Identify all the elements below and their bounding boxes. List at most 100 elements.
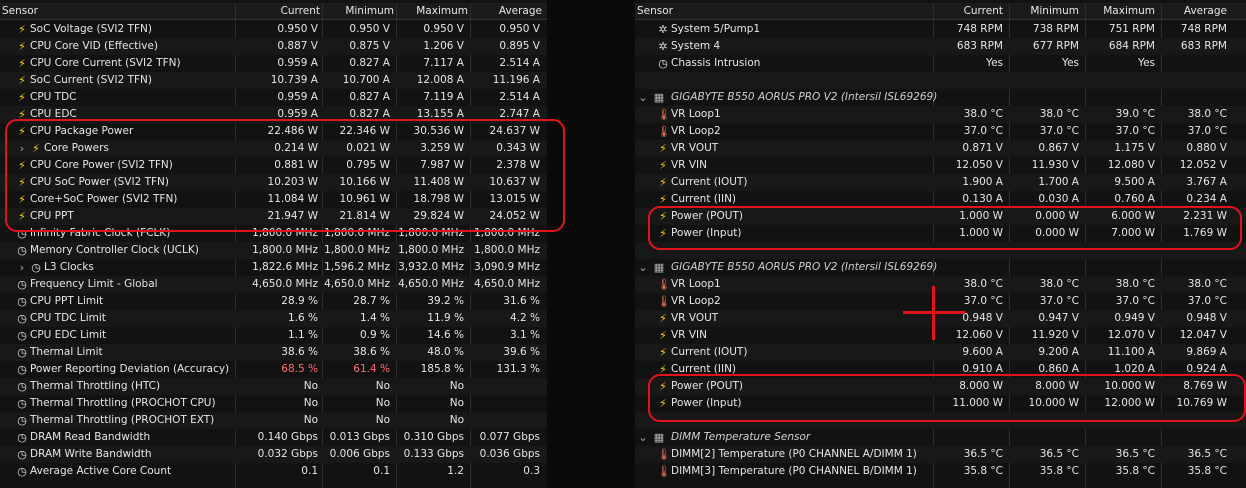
spacer-row [635, 412, 1246, 429]
sensor-row[interactable]: ⚡ Power (Input) 11.000 W 10.000 W 12.000 W 10… [635, 395, 1246, 412]
value-current: No [303, 380, 318, 392]
sensor-row[interactable]: ◷ CPU TDC Limit 1.6 % 1.4 % 11.9 % 4.2 % [0, 310, 547, 327]
value-maximum: 185.8 % [420, 363, 464, 375]
sensor-label: Thermal Throttling (HTC) [30, 380, 161, 392]
header-average[interactable]: Average [1159, 3, 1227, 19]
collapse-icon[interactable]: ⌄ [637, 261, 649, 274]
header-sensor[interactable]: Sensor [637, 3, 673, 19]
sensor-row[interactable]: ✲ System 5/Pump1 748 RPM 738 RPM 751 RPM 748 … [635, 21, 1246, 38]
sensor-row[interactable]: ◷ CPU PPT Limit 28.9 % 28.7 % 39.2 % 31.6 % [0, 293, 547, 310]
value-maximum: 1.2 [447, 465, 464, 477]
value-average: 683 RPM [1180, 40, 1227, 52]
value-average: 37.0 °C [1187, 295, 1227, 307]
sensor-row[interactable]: ⚡ CPU TDC 0.959 A 0.827 A 7.119 A 2.514 A [0, 89, 547, 106]
header-minimum[interactable]: Minimum [1007, 3, 1079, 19]
sensor-row[interactable]: ◷ DRAM Write Bandwidth 0.032 Gbps 0.006 Gbp… [0, 446, 547, 463]
sensor-row[interactable]: ⚡ SoC Current (SVI2 TFN) 10.739 A 10.700 A 1… [0, 72, 547, 89]
sensor-row[interactable]: ⚡ Core+SoC Power (SVI2 TFN) 11.084 W 10.961… [0, 191, 547, 208]
sensor-label: Current (IOUT) [671, 346, 748, 358]
value-minimum: 0.9 % [359, 329, 390, 341]
sensor-row[interactable]: ⚡ SoC Voltage (SVI2 TFN) 0.950 V 0.950 V 0.9… [0, 21, 547, 38]
value-average: 1,800.0 MHz [474, 227, 540, 239]
sensor-row[interactable]: ◷ Thermal Throttling (PROCHOT CPU) No No No [0, 395, 547, 412]
value-current: 1,800.0 MHz [252, 244, 318, 256]
sensor-group-header[interactable]: ⌄ ▦ DIMM Temperature Sensor [635, 429, 1246, 446]
sensor-row[interactable]: ⚡ VR VOUT 0.871 V 0.867 V 1.175 V 0.880 V [635, 140, 1246, 157]
sensor-row[interactable]: ⚡ Current (IOUT) 9.600 A 9.200 A 11.100 A 9.8… [635, 344, 1246, 361]
sensor-row[interactable]: ⚡ Power (POUT) 1.000 W 0.000 W 6.000 W 2.231 … [635, 208, 1246, 225]
sensor-row[interactable]: 🌡 DIMM[3] Temperature (P0 CHANNEL B/DIMM … [635, 463, 1246, 480]
value-maximum: 38.0 °C [1115, 278, 1155, 290]
sensor-row[interactable]: ⚡ CPU Core Current (SVI2 TFN) 0.959 A 0.827… [0, 55, 547, 72]
value-current: 683 RPM [956, 40, 1003, 52]
sensor-panel-left[interactable]: Sensor Current Minimum Maximum Average ⚡… [0, 0, 547, 488]
sensor-row[interactable]: ◷ Memory Controller Clock (UCLK) 1,800.0 M… [0, 242, 547, 259]
collapse-icon[interactable]: ⌄ [637, 431, 649, 444]
sensor-row[interactable]: › ⚡ Core Powers 0.214 W 0.021 W 3.259 W 0.343 … [0, 140, 547, 157]
sensor-row[interactable]: ⚡ Power (Input) 1.000 W 0.000 W 7.000 W 1.769… [635, 225, 1246, 242]
header-maximum[interactable]: Maximum [396, 3, 468, 19]
header-sensor[interactable]: Sensor [2, 3, 38, 19]
sensor-row[interactable]: ◷ CPU EDC Limit 1.1 % 0.9 % 14.6 % 3.1 % [0, 327, 547, 344]
sensor-row[interactable]: ◷ Chassis Intrusion Yes Yes Yes [635, 55, 1246, 72]
header-minimum[interactable]: Minimum [322, 3, 394, 19]
value-average: 0.077 Gbps [479, 431, 540, 443]
header-current[interactable]: Current [925, 3, 1003, 19]
sensor-row[interactable]: 🌡 DIMM[2] Temperature (P0 CHANNEL A/DIMM … [635, 446, 1246, 463]
sensor-row[interactable]: ◷ Thermal Throttling (PROCHOT EXT) No No No [0, 412, 547, 429]
sensor-row[interactable]: ⚡ Current (IIN) 0.910 A 0.860 A 1.020 A 0.924… [635, 361, 1246, 378]
value-average: 2.514 A [499, 91, 540, 103]
sensor-row[interactable]: 🌡 VR Loop1 38.0 °C 38.0 °C 38.0 °C 38.0 °C [635, 276, 1246, 293]
value-maximum: 10.000 W [1104, 380, 1155, 392]
bolt-icon: ⚡ [659, 363, 667, 376]
value-current: Yes [986, 57, 1003, 69]
sensor-row[interactable]: ⚡ CPU EDC 0.959 A 0.827 A 13.155 A 2.747 A [0, 106, 547, 123]
sensor-row[interactable]: ⚡ Power (POUT) 8.000 W 8.000 W 10.000 W 8.769… [635, 378, 1246, 395]
sensor-row[interactable]: ⚡ Current (IIN) 0.130 A 0.030 A 0.760 A 0.234… [635, 191, 1246, 208]
value-maximum: 1,800.0 MHz [398, 244, 464, 256]
expand-icon[interactable]: › [16, 142, 28, 155]
sensor-row[interactable]: ⚡ Current (IOUT) 1.900 A 1.700 A 9.500 A 3.76… [635, 174, 1246, 191]
header-current[interactable]: Current [240, 3, 320, 19]
sensor-row[interactable]: ⚡ VR VIN 12.050 V 11.930 V 12.080 V 12.052 V [635, 157, 1246, 174]
sensor-panel-right[interactable]: Sensor Current Minimum Maximum Average ✲… [635, 0, 1246, 488]
sensor-row[interactable]: ✲ System 4 683 RPM 677 RPM 684 RPM 683 RPM [635, 38, 1246, 55]
value-average: 24.052 W [489, 210, 540, 222]
value-current: 1.900 A [962, 176, 1003, 188]
sensor-row[interactable]: 🌡 VR Loop2 37.0 °C 37.0 °C 37.0 °C 37.0 °C [635, 123, 1246, 140]
column-header[interactable]: Sensor Current Minimum Maximum Average [635, 3, 1246, 20]
value-current: 0.032 Gbps [257, 448, 318, 460]
sensor-row[interactable]: ⚡ CPU Core VID (Effective) 0.887 V 0.875 V 1… [0, 38, 547, 55]
sensor-row[interactable]: ⚡ CPU SoC Power (SVI2 TFN) 10.203 W 10.166 … [0, 174, 547, 191]
sensor-label: Average Active Core Count [30, 465, 172, 477]
sensor-row[interactable]: ⚡ CPU Package Power 22.486 W 22.346 W 30.536… [0, 123, 547, 140]
sensor-label: Current (IIN) [671, 193, 737, 205]
header-average[interactable]: Average [470, 3, 542, 19]
sensor-row[interactable]: ◷ Thermal Throttling (HTC) No No No [0, 378, 547, 395]
sensor-row[interactable]: ◷ Average Active Core Count 0.1 0.1 1.2 0.3 [0, 463, 547, 480]
sensor-group-header[interactable]: ⌄ ▦ GIGABYTE B550 AORUS PRO V2 (Intersil I… [635, 89, 1246, 106]
sensor-row[interactable]: 🌡 VR Loop2 37.0 °C 37.0 °C 37.0 °C 37.0 °C [635, 293, 1246, 310]
sensor-row[interactable]: ◷ Infinity Fabric Clock (FCLK) 1,800.0 MHz… [0, 225, 547, 242]
collapse-icon[interactable]: ⌄ [637, 91, 649, 104]
value-maximum: 11.9 % [427, 312, 464, 324]
clock-icon: ◷ [17, 329, 27, 342]
sensor-row[interactable]: ◷ Frequency Limit - Global 4,650.0 MHz 4,65… [0, 276, 547, 293]
clock-icon: ◷ [17, 465, 27, 478]
sensor-row[interactable]: 🌡 VR Loop1 38.0 °C 38.0 °C 39.0 °C 38.0 °C [635, 106, 1246, 123]
value-current: No [303, 414, 318, 426]
expand-icon[interactable]: › [16, 261, 28, 274]
sensor-label: CPU Core Current (SVI2 TFN) [30, 57, 181, 69]
sensor-row[interactable]: ◷ DRAM Read Bandwidth 0.140 Gbps 0.013 Gbps… [0, 429, 547, 446]
sensor-row[interactable]: ⚡ CPU PPT 21.947 W 21.814 W 29.824 W 24.052 W [0, 208, 547, 225]
sensor-row[interactable]: ◷ Thermal Limit 38.6 % 38.6 % 48.0 % 39.6 % [0, 344, 547, 361]
column-header[interactable]: Sensor Current Minimum Maximum Average [0, 3, 547, 20]
sensor-row[interactable]: › ◷ L3 Clocks 1,822.6 MHz 1,596.2 MHz 3,932.0… [0, 259, 547, 276]
sensor-row[interactable]: ⚡ CPU Core Power (SVI2 TFN) 0.881 W 0.795 W… [0, 157, 547, 174]
sensor-row[interactable]: ⚡ VR VIN 12.060 V 11.920 V 12.070 V 12.047 V [635, 327, 1246, 344]
sensor-group-header[interactable]: ⌄ ▦ GIGABYTE B550 AORUS PRO V2 (Intersil I… [635, 259, 1246, 276]
sensor-row[interactable]: ◷ Power Reporting Deviation (Accuracy) 68.… [0, 361, 547, 378]
mouse-cursor-cross-vertical [932, 286, 935, 340]
header-maximum[interactable]: Maximum [1083, 3, 1155, 19]
bolt-icon: ⚡ [18, 57, 26, 70]
